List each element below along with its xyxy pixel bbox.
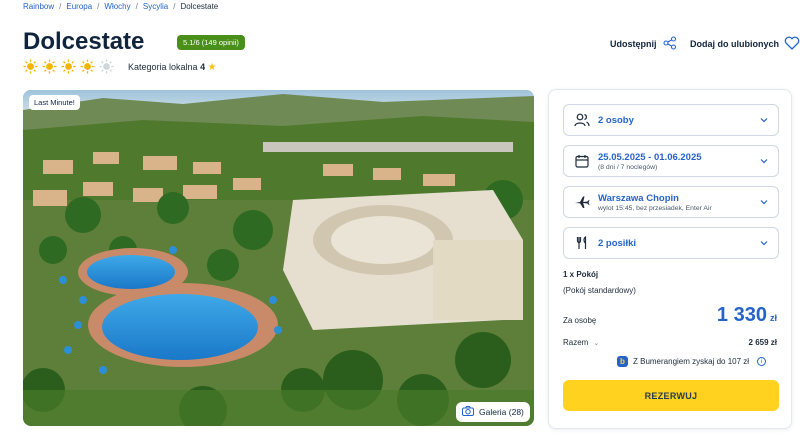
info-icon[interactable]: i	[757, 357, 767, 366]
camera-icon	[462, 406, 474, 418]
persons-icon	[574, 112, 590, 128]
breadcrumb-item-sycylia[interactable]: Sycylia	[143, 2, 168, 11]
breadcrumb-separator: /	[59, 2, 62, 11]
chevron-down-icon	[760, 118, 768, 123]
heart-icon	[784, 36, 800, 52]
local-category: Kategoria lokalna 4 ★	[128, 62, 217, 73]
share-icon	[662, 36, 677, 52]
star-icon: ★	[207, 62, 217, 73]
persons-select[interactable]: 2 osoby	[563, 104, 779, 136]
booking-panel: 2 osoby 25.05.2025 - 01.06.2025 (8 dni /…	[548, 89, 792, 429]
category-label: Kategoria lokalna	[128, 62, 198, 72]
chevron-down-icon	[760, 200, 768, 205]
sun-rating	[23, 59, 114, 74]
calendar-icon	[574, 153, 590, 169]
nights-value: (8 dni / 7 noclegów)	[598, 163, 658, 171]
price-currency: zł	[769, 313, 777, 323]
total-price: 2 659 zł	[748, 338, 777, 347]
share-button[interactable]: Udostępnij	[610, 36, 677, 52]
sun-icon	[61, 59, 76, 74]
meals-select[interactable]: 2 posiłki	[563, 227, 779, 259]
plane-icon	[574, 194, 590, 210]
category-value: 4	[200, 62, 206, 72]
breadcrumb-separator: /	[97, 2, 100, 11]
breadcrumb-current: Dolcestate	[180, 2, 219, 11]
breadcrumb-item-europa[interactable]: Europa	[66, 2, 92, 11]
price-per-person: 1 330 zł	[717, 304, 777, 327]
total-toggle[interactable]: Razem ⌄	[563, 338, 599, 347]
gallery-button[interactable]: Galeria (28)	[456, 402, 530, 422]
bumerang-logo-icon: b	[617, 356, 628, 367]
gallery-label: Galeria (28)	[479, 407, 524, 417]
chevron-down-icon	[760, 159, 768, 164]
meals-value: 2 posiłki	[598, 237, 637, 249]
persons-value: 2 osoby	[598, 114, 634, 126]
airport-value: Warszawa Chopin	[598, 192, 679, 204]
bumerang-info: b Z Bumerangiem zyskaj do 107 zł i	[617, 356, 767, 367]
chevron-down-icon	[760, 241, 768, 246]
total-label: Razem	[563, 338, 589, 347]
favorite-button[interactable]: Dodaj do ulubionych	[690, 36, 800, 52]
breadcrumb-separator: /	[135, 2, 138, 11]
airport-select[interactable]: Warszawa Chopin wylot 15:45, bez przesia…	[563, 186, 779, 218]
page-title: Dolcestate	[23, 28, 145, 55]
bumerang-text: Z Bumerangiem zyskaj do 107 zł	[633, 357, 750, 366]
price-value: 1 330	[716, 304, 767, 326]
breadcrumb: Rainbow / Europa / Włochy / Sycylia / Dolces…	[23, 2, 218, 11]
sun-icon	[42, 59, 57, 74]
chevron-down-icon: ⌄	[593, 339, 600, 347]
room-count: 1 x Pokój	[563, 270, 599, 279]
reserve-button[interactable]: REZERWUJ	[563, 380, 779, 411]
room-type: (Pokój standardowy)	[563, 286, 636, 295]
hotel-photo[interactable]	[23, 90, 534, 426]
dates-select[interactable]: 25.05.2025 - 01.06.2025 (8 dni / 7 nocle…	[563, 145, 779, 177]
sun-icon	[80, 59, 95, 74]
share-label: Udostępnij	[610, 39, 657, 49]
sun-icon-empty	[99, 59, 114, 74]
per-person-label: Za osobę	[563, 316, 597, 325]
breadcrumb-item-wlochy[interactable]: Włochy	[104, 2, 130, 11]
favorite-label: Dodaj do ulubionych	[690, 39, 779, 49]
rating-badge[interactable]: 5.1/6 (149 opinii)	[177, 35, 245, 50]
cutlery-icon	[574, 235, 590, 251]
flight-info: wylot 15:45, bez przesiadek, Enter Air	[598, 204, 712, 212]
dates-value: 25.05.2025 - 01.06.2025	[598, 151, 702, 163]
sun-icon	[23, 59, 38, 74]
last-minute-badge: Last Minute!	[29, 95, 80, 110]
breadcrumb-separator: /	[173, 2, 176, 11]
breadcrumb-item-rainbow[interactable]: Rainbow	[23, 2, 54, 11]
